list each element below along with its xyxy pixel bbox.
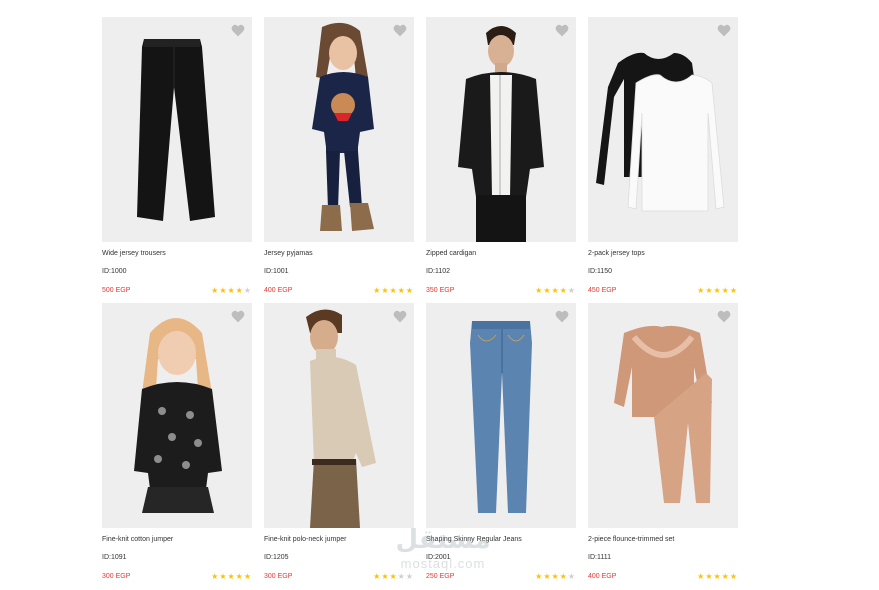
- star-icon: ★: [405, 572, 413, 581]
- star-icon: ★: [543, 572, 551, 581]
- heart-icon[interactable]: [231, 310, 245, 323]
- star-icon: ★: [227, 572, 235, 581]
- product-id: ID:1150: [588, 268, 612, 275]
- product-image[interactable]: [264, 303, 414, 528]
- star-icon: ★: [705, 572, 713, 581]
- star-icon: ★: [551, 286, 559, 295]
- product-card[interactable]: 2-pack jersey tops ID:1150 450 EGP ★ ★ ★ ★ ★: [588, 17, 738, 303]
- star-icon: ★: [721, 572, 729, 581]
- product-image[interactable]: [588, 17, 738, 242]
- rating-stars: ★ ★ ★ ★ ★: [211, 572, 252, 581]
- product-name[interactable]: 2-pack jersey tops: [588, 249, 738, 258]
- product-name[interactable]: Shaping Skinny Regular Jeans: [426, 535, 576, 544]
- star-icon: ★: [721, 286, 729, 295]
- star-icon: ★: [535, 286, 543, 295]
- rating-stars: ★ ★ ★ ★ ★: [697, 286, 738, 295]
- rating-stars: ★ ★ ★ ★ ★: [373, 572, 414, 581]
- heart-icon[interactable]: [393, 24, 407, 37]
- heart-icon[interactable]: [393, 310, 407, 323]
- product-price: 400 EGP: [588, 573, 617, 580]
- star-icon: ★: [389, 572, 397, 581]
- rating-stars: ★ ★ ★ ★ ★: [211, 286, 252, 295]
- product-card[interactable]: Shaping Skinny Regular Jeans ID:2001 250…: [426, 303, 576, 589]
- star-icon: ★: [397, 572, 405, 581]
- product-listing-page: Wide jersey trousers ID:1000 500 EGP ★ ★ ★…: [0, 0, 879, 590]
- star-icon: ★: [697, 286, 705, 295]
- star-icon: ★: [713, 572, 721, 581]
- star-icon: ★: [381, 286, 389, 295]
- heart-icon[interactable]: [231, 24, 245, 37]
- star-icon: ★: [211, 286, 219, 295]
- product-name[interactable]: Jersey pyjamas: [264, 249, 414, 258]
- product-price: 250 EGP: [426, 573, 455, 580]
- star-icon: ★: [559, 572, 567, 581]
- star-icon: ★: [227, 286, 235, 295]
- product-price: 300 EGP: [264, 573, 293, 580]
- star-icon: ★: [729, 572, 737, 581]
- product-id: ID:1102: [426, 268, 450, 275]
- product-image[interactable]: [426, 17, 576, 242]
- star-icon: ★: [551, 572, 559, 581]
- rating-stars: ★ ★ ★ ★ ★: [535, 286, 576, 295]
- heart-icon[interactable]: [717, 24, 731, 37]
- product-grid: Wide jersey trousers ID:1000 500 EGP ★ ★ ★…: [102, 17, 738, 589]
- star-icon: ★: [389, 286, 397, 295]
- product-image[interactable]: [264, 17, 414, 242]
- heart-icon[interactable]: [555, 310, 569, 323]
- star-icon: ★: [219, 286, 227, 295]
- star-icon: ★: [219, 572, 227, 581]
- product-price: 450 EGP: [588, 287, 617, 294]
- star-icon: ★: [543, 286, 551, 295]
- product-card[interactable]: Zipped cardigan ID:1102 350 EGP ★ ★ ★ ★ ★: [426, 17, 576, 303]
- star-icon: ★: [567, 572, 575, 581]
- product-card[interactable]: Fine-knit cotton jumper ID:1091 300 EGP …: [102, 303, 252, 589]
- star-icon: ★: [567, 286, 575, 295]
- star-icon: ★: [235, 286, 243, 295]
- product-id: ID:1091: [102, 554, 127, 561]
- product-name[interactable]: Fine-knit cotton jumper: [102, 535, 252, 544]
- rating-stars: ★ ★ ★ ★ ★: [373, 286, 414, 295]
- product-name[interactable]: 2-piece flounce-trimmed set: [588, 535, 738, 544]
- star-icon: ★: [243, 286, 251, 295]
- product-image[interactable]: [588, 303, 738, 528]
- product-card[interactable]: Jersey pyjamas ID:1001 400 EGP ★ ★ ★ ★ ★: [264, 17, 414, 303]
- star-icon: ★: [373, 572, 381, 581]
- product-image[interactable]: [102, 17, 252, 242]
- star-icon: ★: [243, 572, 251, 581]
- product-card[interactable]: 2-piece flounce-trimmed set ID:1111 400 …: [588, 303, 738, 589]
- product-card[interactable]: Wide jersey trousers ID:1000 500 EGP ★ ★ ★…: [102, 17, 252, 303]
- product-name[interactable]: Wide jersey trousers: [102, 249, 252, 258]
- star-icon: ★: [705, 286, 713, 295]
- rating-stars: ★ ★ ★ ★ ★: [535, 572, 576, 581]
- star-icon: ★: [235, 572, 243, 581]
- product-id: ID:1000: [102, 268, 127, 275]
- product-id: ID:1111: [588, 554, 611, 561]
- heart-icon[interactable]: [717, 310, 731, 323]
- product-name[interactable]: Fine-knit polo-neck jumper: [264, 535, 414, 544]
- product-id: ID:1001: [264, 268, 289, 275]
- star-icon: ★: [697, 572, 705, 581]
- product-image[interactable]: [102, 303, 252, 528]
- rating-stars: ★ ★ ★ ★ ★: [697, 572, 738, 581]
- product-price: 500 EGP: [102, 287, 131, 294]
- star-icon: ★: [559, 286, 567, 295]
- product-price: 300 EGP: [102, 573, 131, 580]
- star-icon: ★: [381, 572, 389, 581]
- product-card[interactable]: Fine-knit polo-neck jumper ID:1205 300 E…: [264, 303, 414, 589]
- star-icon: ★: [373, 286, 381, 295]
- star-icon: ★: [405, 286, 413, 295]
- product-id: ID:2001: [426, 554, 451, 561]
- star-icon: ★: [729, 286, 737, 295]
- star-icon: ★: [397, 286, 405, 295]
- product-price: 350 EGP: [426, 287, 455, 294]
- star-icon: ★: [535, 572, 543, 581]
- star-icon: ★: [713, 286, 721, 295]
- star-icon: ★: [211, 572, 219, 581]
- product-image[interactable]: [426, 303, 576, 528]
- product-price: 400 EGP: [264, 287, 293, 294]
- product-id: ID:1205: [264, 554, 289, 561]
- product-name[interactable]: Zipped cardigan: [426, 249, 576, 258]
- heart-icon[interactable]: [555, 24, 569, 37]
